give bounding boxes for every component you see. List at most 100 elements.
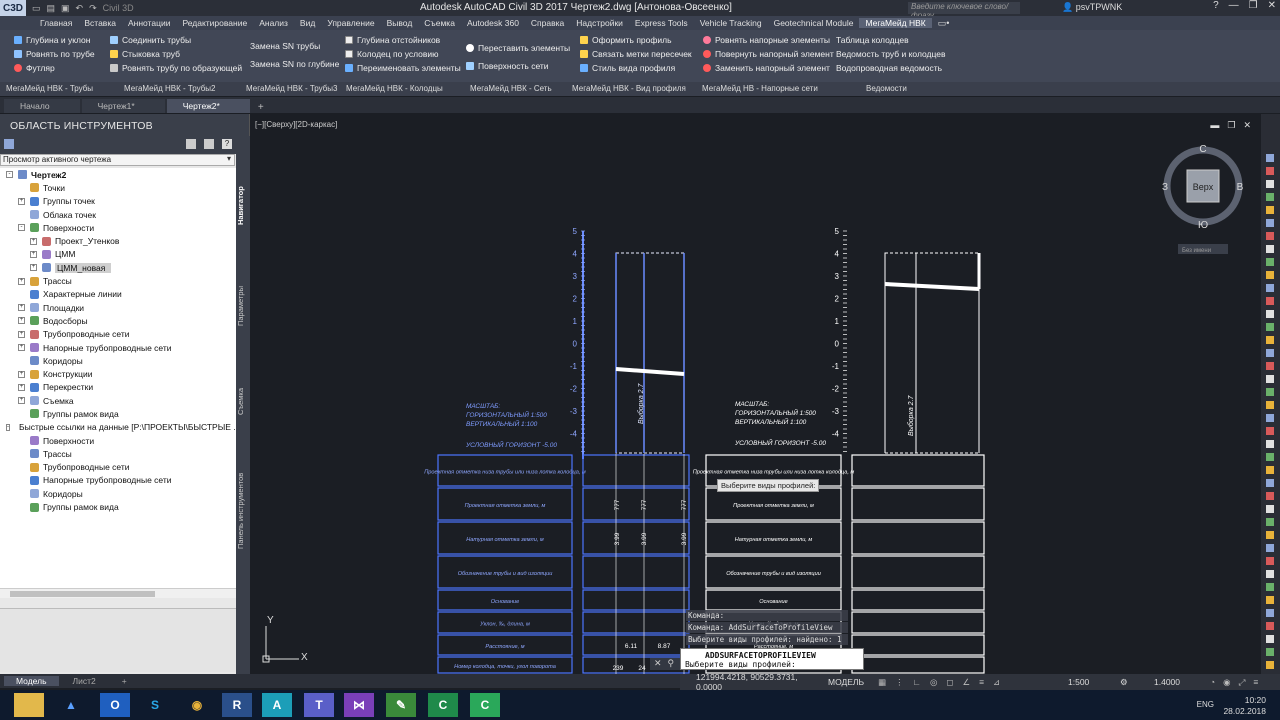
annotation-icon[interactable]: ⊿: [993, 677, 1000, 688]
tree-item[interactable]: Поверхности: [0, 434, 236, 447]
nav-tool-icon[interactable]: [1266, 284, 1274, 292]
file-tab-drawing1[interactable]: Чертеж1*: [81, 99, 165, 113]
expand-toggle-icon[interactable]: +: [18, 197, 25, 205]
expand-toggle-icon[interactable]: +: [18, 304, 25, 312]
nav-tool-icon[interactable]: [1266, 245, 1274, 253]
pipe-manhole-report-button[interactable]: Ведомость труб и колодцев: [836, 49, 946, 59]
osnap-icon[interactable]: ◻: [946, 677, 953, 688]
fullscreen-icon[interactable]: ⤢: [1239, 677, 1246, 688]
tree-item[interactable]: - Чертеж2: [0, 168, 236, 181]
workspace-selector[interactable]: Civil 3D: [103, 3, 134, 14]
nav-tool-icon[interactable]: [1266, 596, 1274, 604]
nav-tool-icon[interactable]: [1266, 479, 1274, 487]
close-icon[interactable]: ✕: [1268, 0, 1276, 11]
tab-survey[interactable]: Съемка: [236, 376, 250, 426]
nav-tool-icon[interactable]: [1266, 466, 1274, 474]
ribbon-tab[interactable]: Autodesk 360: [461, 18, 525, 28]
chrome-icon[interactable]: ◉: [182, 693, 212, 717]
help-icon[interactable]: ?: [222, 139, 232, 149]
polar-icon[interactable]: ◎: [930, 677, 937, 688]
settings-icon[interactable]: [4, 139, 14, 149]
panel-title[interactable]: МегаМейд НВК - Трубы3: [246, 84, 338, 93]
tree-item[interactable]: - Быстрые ссылки на данные [P:\ПРОЕКТЫ\БЫ…: [0, 421, 236, 434]
link-crossing-labels-button[interactable]: Связать метки пересечек: [580, 49, 692, 59]
settings-icon[interactable]: ⚙: [1120, 677, 1128, 688]
nav-tool-icon[interactable]: [1266, 167, 1274, 175]
tab-navigator[interactable]: Навигатор: [236, 176, 250, 236]
nav-tool-icon[interactable]: [1266, 375, 1274, 383]
tree-item[interactable]: + Водосборы: [0, 314, 236, 327]
tree-item[interactable]: + Группы точек: [0, 195, 236, 208]
viewcube[interactable]: Верх С Ю В З Без имени: [1160, 140, 1246, 254]
command-line[interactable]: ADDSURFACETOPROFILEVIEW Выберите виды пр…: [680, 648, 864, 670]
expand-toggle-icon[interactable]: -: [6, 171, 13, 179]
tree-item[interactable]: + Конструкции: [0, 367, 236, 380]
list-icon[interactable]: [186, 139, 196, 149]
tree-item[interactable]: Облака точек: [0, 208, 236, 221]
tree-item[interactable]: Группы рамок вида: [0, 407, 236, 420]
format-profile-button[interactable]: Оформить профиль: [580, 35, 692, 45]
view-selector-dropdown[interactable]: Просмотр активного чертежа: [0, 154, 235, 166]
expand-toggle-icon[interactable]: +: [18, 370, 25, 378]
revit-icon[interactable]: R: [222, 693, 252, 717]
nav-tool-icon[interactable]: [1266, 570, 1274, 578]
replace-sn-button[interactable]: Замена SN трубы: [250, 41, 339, 51]
save-icon[interactable]: ▣: [61, 3, 70, 14]
file-tab-start[interactable]: Начало: [4, 99, 80, 113]
nav-tool-icon[interactable]: [1266, 622, 1274, 630]
close-icon[interactable]: ✕: [654, 658, 662, 670]
ribbon-tab[interactable]: Express Tools: [629, 18, 694, 28]
nav-tool-icon[interactable]: [1266, 349, 1274, 357]
tab-settings[interactable]: Параметры: [236, 276, 250, 336]
model-space-button[interactable]: МОДЕЛЬ: [822, 677, 870, 687]
expand-toggle-icon[interactable]: +: [18, 317, 25, 325]
expand-toggle-icon[interactable]: +: [18, 277, 25, 285]
add-layout-icon[interactable]: +: [110, 676, 139, 686]
civil3d-active-icon[interactable]: C: [470, 693, 500, 717]
nav-tool-icon[interactable]: [1266, 297, 1274, 305]
sump-depth-button[interactable]: Глубина отстойников: [345, 35, 461, 45]
nav-tool-icon[interactable]: [1266, 583, 1274, 591]
nav-tool-icon[interactable]: [1266, 323, 1274, 331]
zoom-readout[interactable]: 1.4000: [1154, 677, 1180, 687]
ortho-icon[interactable]: ∟: [913, 677, 921, 688]
nav-tool-icon[interactable]: [1266, 362, 1274, 370]
rename-elements-button[interactable]: Переименовать элементы: [345, 63, 461, 73]
nav-tool-icon[interactable]: [1266, 661, 1274, 669]
manhole-condition-button[interactable]: Колодец по условию: [345, 49, 461, 59]
nav-tool-icon[interactable]: [1266, 635, 1274, 643]
nav-tool-icon[interactable]: [1266, 271, 1274, 279]
application-menu-button[interactable]: C3D: [0, 0, 26, 16]
expand-toggle-icon[interactable]: -: [18, 224, 25, 232]
tree-item[interactable]: + ЦММ: [0, 248, 236, 261]
connect-pipes-button[interactable]: Соединить трубы: [110, 35, 242, 45]
tab-sheet2[interactable]: Лист2: [61, 676, 108, 686]
snap-icon[interactable]: ⋮: [895, 677, 904, 688]
panel-title[interactable]: МегаМейд НВК - Трубы2: [124, 84, 216, 93]
nav-tool-icon[interactable]: [1266, 518, 1274, 526]
user-account[interactable]: 👤 psvTPWNK: [1062, 2, 1122, 13]
ribbon-toggle-icon[interactable]: ▭•: [932, 18, 956, 29]
tab-model[interactable]: Модель: [4, 676, 59, 686]
outlook-icon[interactable]: O: [100, 693, 130, 717]
ribbon-tab[interactable]: Аннотации: [122, 18, 177, 28]
nav-tool-icon[interactable]: [1266, 609, 1274, 617]
compass-south[interactable]: Ю: [1198, 220, 1208, 231]
drawing-canvas[interactable]: [−][Сверху][2D-каркас] ▬ ❐ ✕ 5 4 3 2 1 0 -1 -2-…: [251, 114, 1261, 674]
ribbon-tab[interactable]: Надстройки: [570, 18, 629, 28]
nav-tool-icon[interactable]: [1266, 401, 1274, 409]
undo-icon[interactable]: ↶: [76, 3, 84, 14]
depth-slope-button[interactable]: Глубина и уклон: [14, 35, 95, 45]
tree-item[interactable]: + ЦММ_новая: [0, 261, 236, 274]
ribbon-tab[interactable]: Справка: [525, 18, 570, 28]
expand-toggle-icon[interactable]: +: [18, 383, 25, 391]
tree-item[interactable]: Напорные трубопроводные сети: [0, 474, 236, 487]
expand-toggle-icon[interactable]: +: [18, 330, 25, 338]
rotate-pressure-button[interactable]: Повернуть напорный элемент: [703, 49, 834, 59]
tree-item[interactable]: Трубопроводные сети: [0, 461, 236, 474]
nav-tool-icon[interactable]: [1266, 453, 1274, 461]
ribbon-tab[interactable]: Редактирование: [176, 18, 253, 28]
autodesk-icon[interactable]: ▲: [56, 693, 86, 717]
nav-tool-icon[interactable]: [1266, 648, 1274, 656]
nav-tool-icon[interactable]: [1266, 206, 1274, 214]
